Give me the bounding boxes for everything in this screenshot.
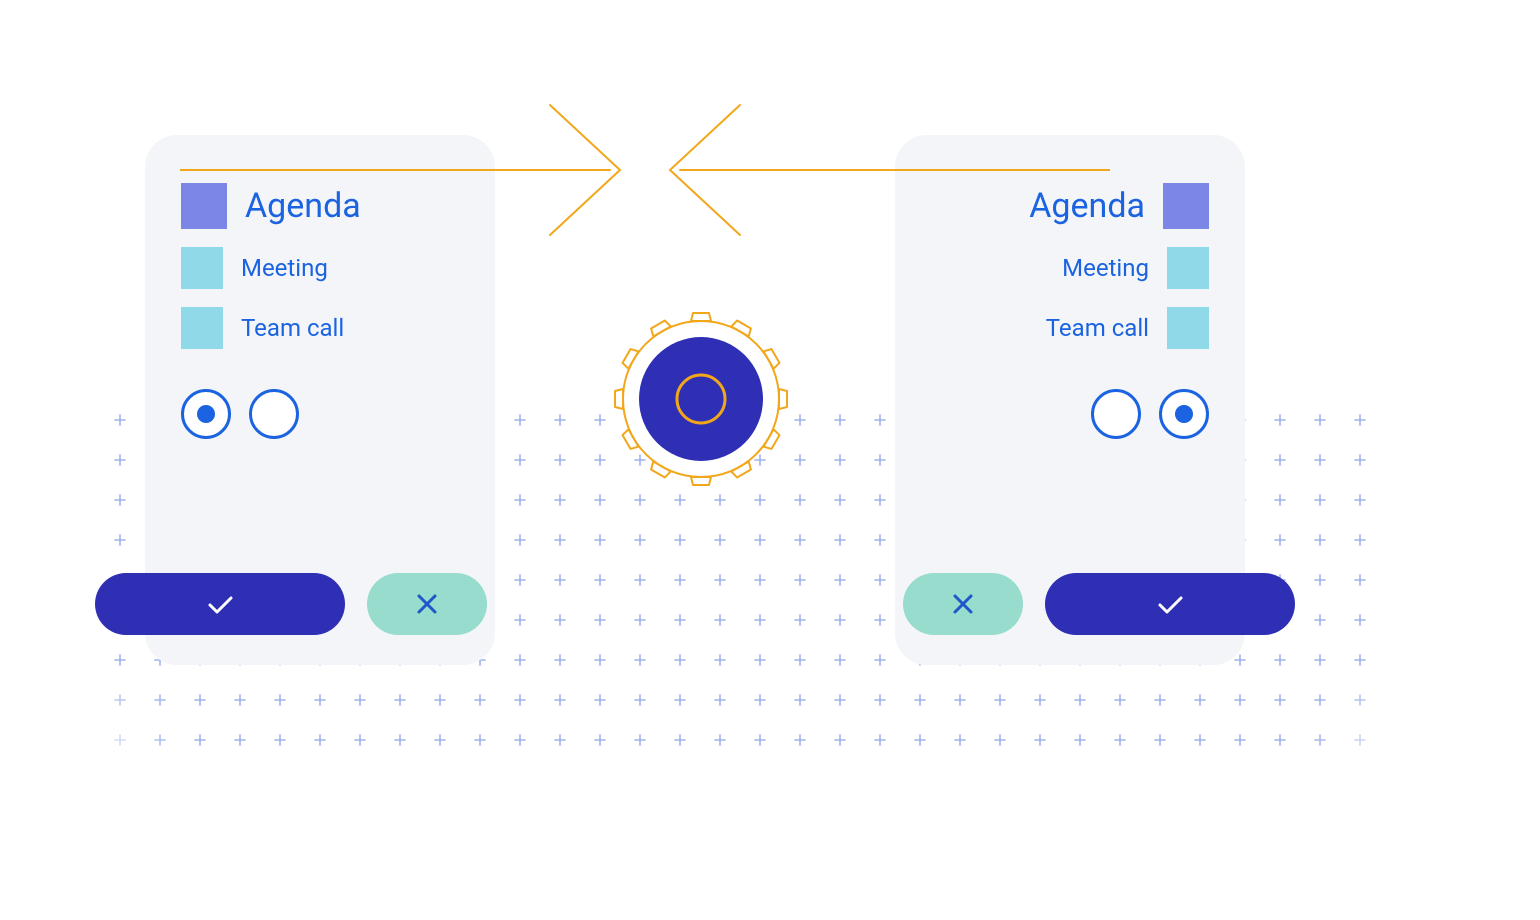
list-item-label: Meeting (241, 254, 328, 282)
confirm-button[interactable] (95, 573, 345, 635)
list-item: Team call (181, 307, 459, 349)
card-rtl: Agenda Meeting Team call (895, 135, 1245, 665)
list-item: Meeting (181, 247, 459, 289)
list-item-label: Team call (241, 314, 344, 342)
check-icon (200, 584, 240, 624)
list-item: Meeting (931, 247, 1209, 289)
swatch-purple (1163, 183, 1209, 229)
list-item: Team call (931, 307, 1209, 349)
list-item-label: Meeting (1062, 254, 1149, 282)
radio-option-1[interactable] (181, 389, 231, 439)
radio-option-2[interactable] (249, 389, 299, 439)
cancel-button[interactable] (367, 573, 487, 635)
swatch-cyan (181, 247, 223, 289)
check-icon (1150, 584, 1190, 624)
swatch-purple (181, 183, 227, 229)
card-title: Agenda (1029, 186, 1145, 226)
card-title-row: Agenda (181, 183, 459, 229)
radio-option-2[interactable] (1159, 389, 1209, 439)
button-row (95, 573, 487, 635)
radio-group (181, 389, 459, 439)
swatch-cyan (1167, 247, 1209, 289)
x-icon (947, 588, 979, 620)
cancel-button[interactable] (903, 573, 1023, 635)
button-row (903, 573, 1295, 635)
radio-group (931, 389, 1209, 439)
confirm-button[interactable] (1045, 573, 1295, 635)
radio-option-1[interactable] (1091, 389, 1141, 439)
x-icon (411, 588, 443, 620)
swatch-cyan (181, 307, 223, 349)
diagram-stage: Agenda Meeting Team call (0, 0, 1540, 920)
card-title: Agenda (245, 186, 361, 226)
list-item-label: Team call (1046, 314, 1149, 342)
gear-icon (612, 310, 790, 488)
card-title-row: Agenda (931, 183, 1209, 229)
card-ltr: Agenda Meeting Team call (145, 135, 495, 665)
swatch-cyan (1167, 307, 1209, 349)
